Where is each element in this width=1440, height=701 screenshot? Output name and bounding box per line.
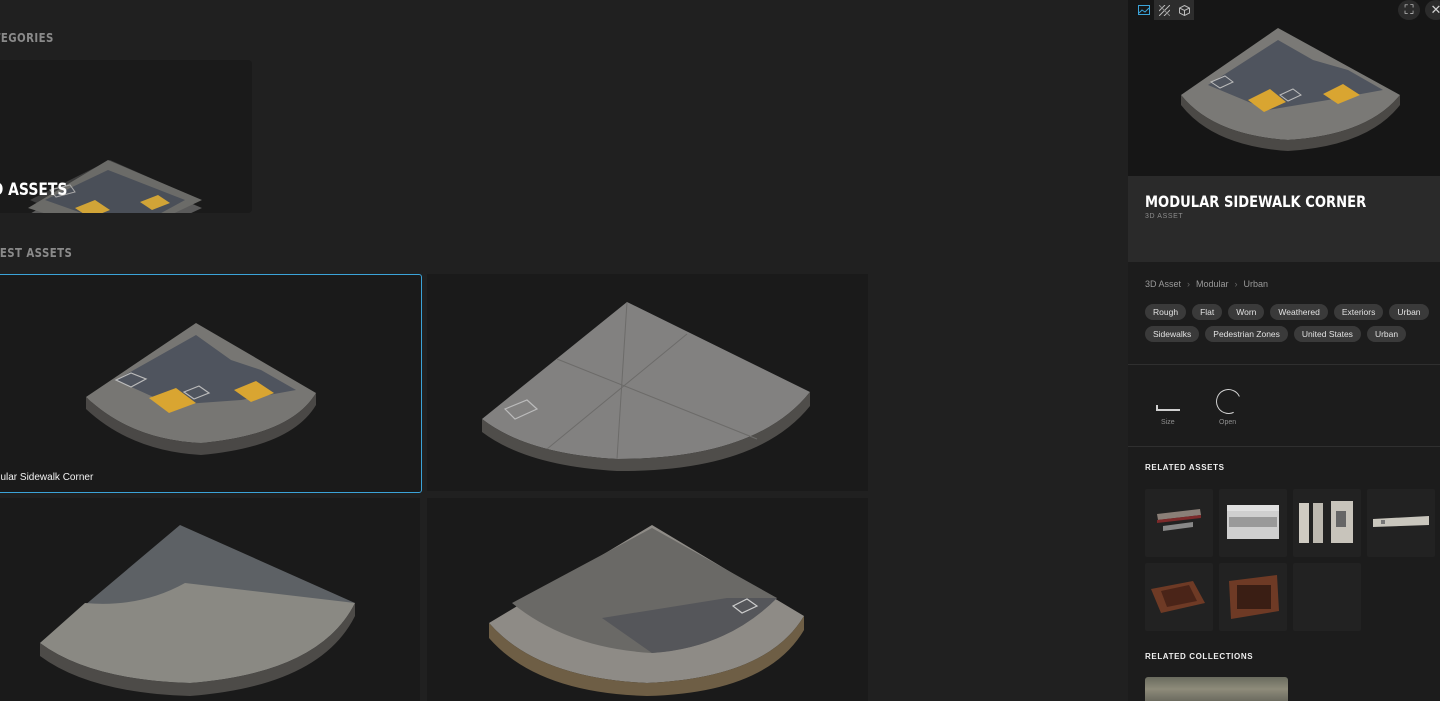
asset-tile-4[interactable] — [427, 498, 868, 701]
tag-list: Rough Flat Worn Weathered Exteriors Urba… — [1145, 304, 1437, 348]
close-icon[interactable]: ✕ — [1425, 0, 1440, 20]
related-collections-heading: RELATED COLLECTIONS — [1145, 652, 1254, 661]
breadcrumb: 3D Asset › Modular › Urban — [1145, 279, 1268, 289]
preview-image — [1181, 28, 1400, 151]
view-mode-toggle — [1134, 0, 1194, 20]
related-assets-heading: RELATED ASSETS — [1145, 463, 1225, 472]
cube-icon[interactable] — [1174, 0, 1194, 20]
asset-tile-label: Modular Sidewalk Corner — [0, 472, 94, 483]
asset-title: MODULAR SIDEWALK CORNER — [1145, 192, 1367, 211]
asset-tile-modular-sidewalk-corner[interactable]: Modular Sidewalk Corner — [0, 274, 422, 493]
divider — [1128, 364, 1440, 365]
asset-thumbnail — [86, 323, 316, 455]
related-asset-tile[interactable] — [1145, 489, 1213, 557]
asset-preview: ⛶ ✕ — [1128, 0, 1440, 176]
related-asset-tile[interactable] — [1219, 563, 1287, 631]
asset-thumbnail — [489, 525, 804, 696]
fullscreen-icon[interactable]: ⛶ — [1398, 0, 1420, 20]
tag[interactable]: Flat — [1192, 304, 1223, 320]
tag[interactable]: Rough — [1145, 304, 1187, 320]
related-asset-tile[interactable] — [1219, 489, 1287, 557]
latest-assets-heading: LATEST ASSETS — [0, 246, 73, 260]
breadcrumb-item[interactable]: Modular — [1196, 279, 1229, 289]
category-label: 3D ASSETS — [0, 180, 68, 200]
asset-thumbnail — [482, 301, 810, 472]
size-label: Size — [1161, 419, 1175, 426]
asset-tile-3[interactable] — [0, 498, 420, 701]
texture-icon[interactable] — [1154, 0, 1174, 20]
breadcrumb-item[interactable]: Urban — [1244, 279, 1269, 289]
breadcrumb-item[interactable]: 3D Asset — [1145, 279, 1181, 289]
tag[interactable]: Exteriors — [1333, 304, 1384, 320]
related-asset-tile[interactable] — [1145, 563, 1213, 631]
slider-track — [1158, 409, 1180, 411]
asset-thumbnail — [40, 525, 355, 696]
chevron-right-icon: › — [1234, 279, 1238, 289]
tag[interactable]: Weathered — [1270, 304, 1328, 320]
open-icon[interactable] — [1212, 385, 1245, 418]
categories-heading: CATEGORIES — [0, 31, 54, 45]
asset-type: 3D ASSET — [1145, 213, 1184, 220]
divider — [1128, 446, 1440, 447]
tag[interactable]: Sidewalks — [1145, 326, 1200, 342]
open-label: Open — [1219, 419, 1237, 426]
tag[interactable]: United States — [1293, 326, 1361, 342]
asset-title-block: MODULAR SIDEWALK CORNER 3D ASSET — [1128, 176, 1440, 262]
asset-detail-panel: ⛶ ✕ MODULAR SIDEWALK CORNER 3D ASSET 3D … — [1128, 0, 1440, 701]
related-asset-tile[interactable] — [1293, 489, 1361, 557]
tag[interactable]: Worn — [1228, 304, 1265, 320]
tag[interactable]: Urban — [1366, 326, 1407, 342]
chevron-right-icon: › — [1187, 279, 1191, 289]
related-asset-tile[interactable] — [1367, 489, 1435, 557]
tag[interactable]: Pedestrian Zones — [1205, 326, 1288, 342]
asset-browser: CATEGORIES 3D ASSETS LATEST ASSETS Modul… — [0, 0, 1128, 701]
category-card-3d-assets[interactable]: 3D ASSETS — [0, 60, 252, 213]
related-asset-tile[interactable] — [1293, 563, 1361, 631]
asset-tile-2[interactable] — [427, 274, 868, 491]
image-icon[interactable] — [1134, 0, 1154, 20]
related-collection-tile[interactable] — [1145, 677, 1288, 701]
tag[interactable]: Urban — [1389, 304, 1429, 320]
